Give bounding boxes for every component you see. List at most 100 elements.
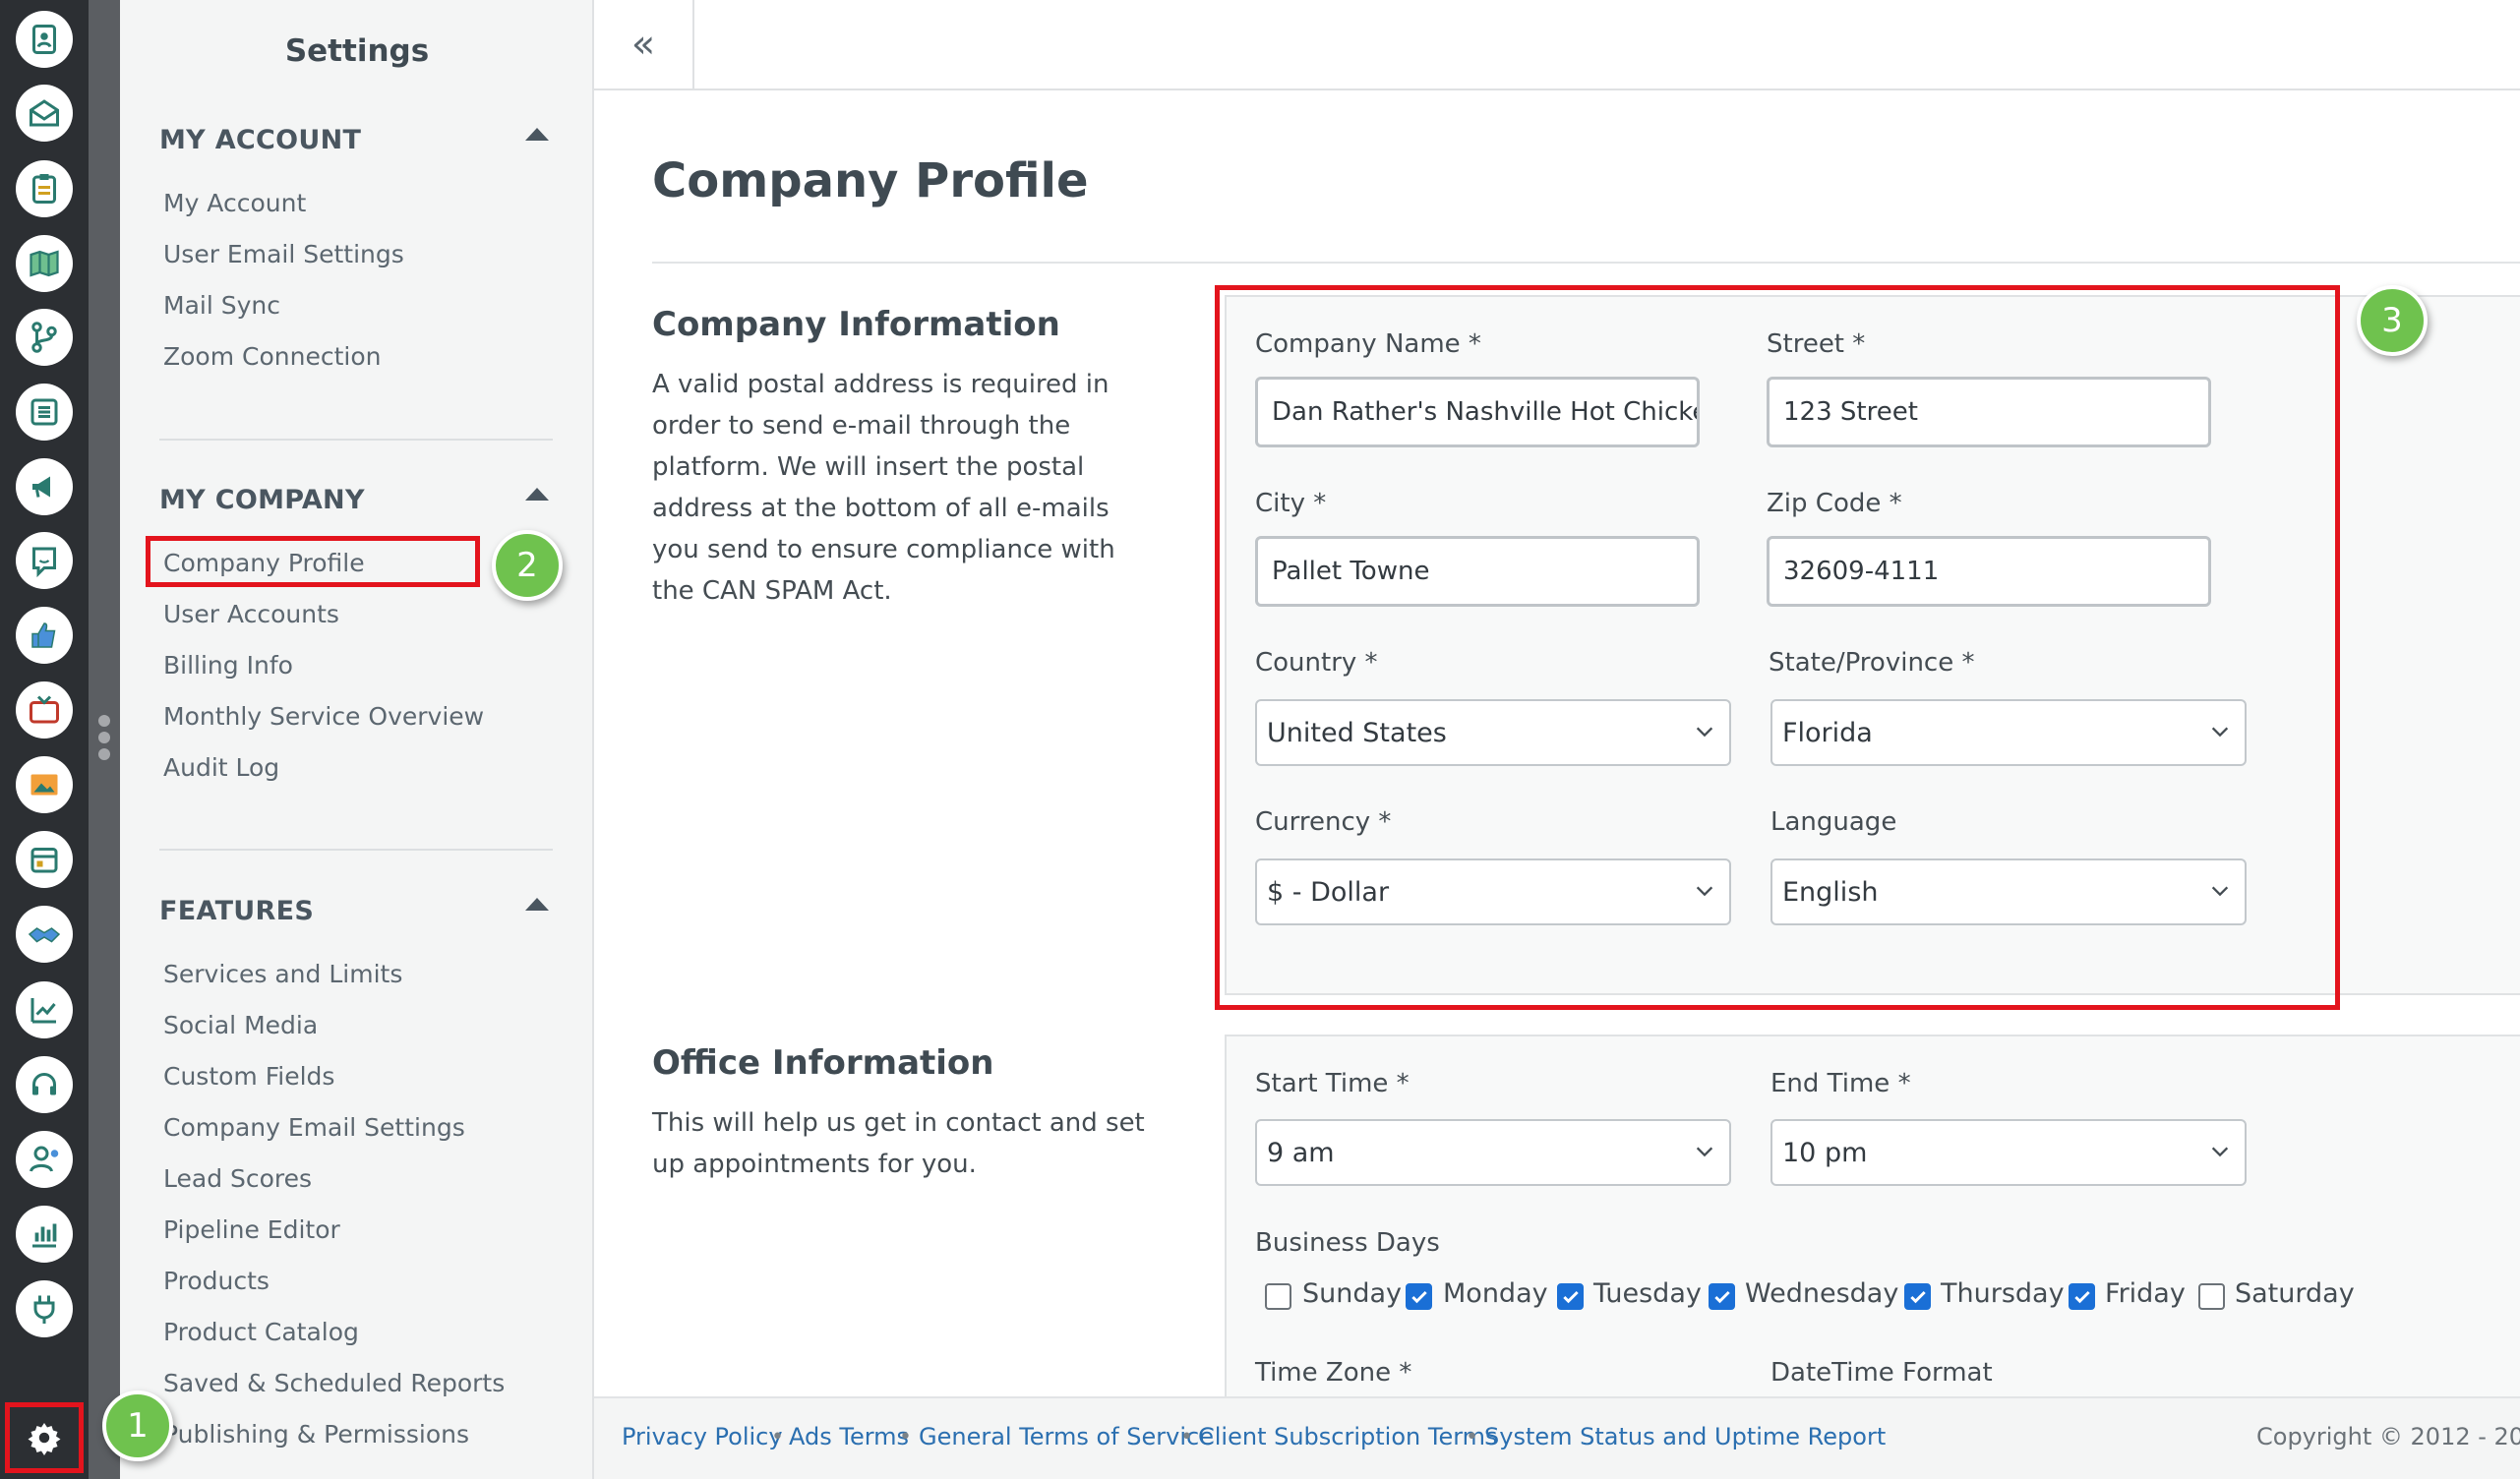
checkbox-saturday[interactable] bbox=[2198, 1283, 2225, 1310]
nav-user-accounts[interactable]: User Accounts bbox=[163, 600, 339, 628]
checkbox-thursday[interactable] bbox=[1904, 1283, 1931, 1310]
nav-monthly-service-overview[interactable]: Monthly Service Overview bbox=[163, 702, 484, 731]
start-time-value: 9 am bbox=[1267, 1137, 1335, 1168]
chat-icon[interactable] bbox=[16, 532, 73, 589]
nav-saved-scheduled-reports[interactable]: Saved & Scheduled Reports bbox=[163, 1369, 505, 1397]
nav-company-email-settings[interactable]: Company Email Settings bbox=[163, 1113, 465, 1142]
divider bbox=[652, 262, 2520, 264]
checkbox-wednesday[interactable] bbox=[1709, 1283, 1735, 1310]
double-chevron-left-icon: « bbox=[630, 22, 656, 67]
section-my-account[interactable]: MY ACCOUNT bbox=[159, 125, 361, 155]
nav-product-catalog[interactable]: Product Catalog bbox=[163, 1318, 359, 1346]
step-callout-2: 2 bbox=[492, 530, 563, 601]
nav-user-email-settings[interactable]: User Email Settings bbox=[163, 240, 404, 268]
datetime-format-label: DateTime Format bbox=[1770, 1358, 1993, 1388]
nav-audit-log[interactable]: Audit Log bbox=[163, 753, 279, 782]
nav-zoom-connection[interactable]: Zoom Connection bbox=[163, 342, 381, 371]
day-label-wednesday: Wednesday bbox=[1745, 1278, 1899, 1309]
resize-grip-dot bbox=[98, 748, 110, 760]
page-title: Company Profile bbox=[652, 153, 1089, 208]
integrations-icon[interactable] bbox=[16, 1280, 73, 1337]
nav-services-and-limits[interactable]: Services and Limits bbox=[163, 960, 402, 988]
day-label-sunday: Sunday bbox=[1302, 1278, 1403, 1309]
checkbox-sunday[interactable] bbox=[1265, 1283, 1291, 1310]
settings-gear-button[interactable] bbox=[5, 1402, 84, 1473]
nav-pipeline-editor[interactable]: Pipeline Editor bbox=[163, 1215, 340, 1244]
chevron-down-icon bbox=[2211, 1147, 2229, 1157]
collapse-caret-icon[interactable] bbox=[525, 488, 549, 501]
day-label-tuesday: Tuesday bbox=[1593, 1278, 1702, 1309]
checkmark-icon bbox=[1713, 1290, 1730, 1303]
copyright-text: Copyright © 2012 - 2023 bbox=[2256, 1423, 2520, 1450]
footer-link-privacy-policy[interactable]: Privacy Policy bbox=[622, 1423, 783, 1450]
image-icon[interactable] bbox=[16, 756, 73, 813]
chevron-down-icon bbox=[1696, 1147, 1713, 1157]
section-my-company[interactable]: MY COMPANY bbox=[159, 485, 365, 515]
highlight-box-company-profile bbox=[146, 536, 480, 587]
highlight-box-company-info bbox=[1215, 285, 2340, 1010]
checkmark-icon bbox=[1909, 1290, 1926, 1303]
divider bbox=[159, 439, 553, 441]
collapse-caret-icon[interactable] bbox=[525, 128, 549, 141]
checkmark-icon bbox=[1562, 1290, 1579, 1303]
checkbox-monday[interactable] bbox=[1406, 1283, 1432, 1310]
contacts-icon[interactable] bbox=[16, 11, 73, 68]
deals-icon[interactable] bbox=[16, 906, 73, 963]
settings-title: Settings bbox=[284, 33, 430, 69]
checkbox-friday[interactable] bbox=[2069, 1283, 2095, 1310]
resize-grip-dot bbox=[98, 715, 110, 727]
business-days-label: Business Days bbox=[1255, 1228, 1440, 1258]
collapse-caret-icon[interactable] bbox=[525, 898, 549, 911]
nav-mail-sync[interactable]: Mail Sync bbox=[163, 291, 280, 320]
app-icon-rail bbox=[0, 0, 89, 1479]
footer-separator: • bbox=[771, 1425, 784, 1449]
section-features[interactable]: FEATURES bbox=[159, 896, 314, 926]
office-info-title: Office Information bbox=[652, 1043, 994, 1083]
reports-icon[interactable] bbox=[16, 1206, 73, 1263]
email-icon[interactable] bbox=[16, 85, 73, 142]
nav-billing-info[interactable]: Billing Info bbox=[163, 651, 293, 680]
list-icon[interactable] bbox=[16, 384, 73, 441]
calendar-icon[interactable] bbox=[16, 831, 73, 888]
time-zone-label: Time Zone * bbox=[1255, 1358, 1412, 1388]
collapse-sidebar-button[interactable]: « bbox=[594, 0, 694, 89]
users-icon[interactable] bbox=[16, 1131, 73, 1188]
nav-publishing-permissions[interactable]: Publishing & Permissions bbox=[163, 1420, 469, 1449]
day-label-monday: Monday bbox=[1443, 1278, 1548, 1309]
day-label-thursday: Thursday bbox=[1941, 1278, 2065, 1309]
footer-link-general-terms[interactable]: General Terms of Service bbox=[919, 1423, 1214, 1450]
nav-social-media[interactable]: Social Media bbox=[163, 1011, 318, 1039]
tasks-icon[interactable] bbox=[16, 160, 73, 217]
analytics-icon[interactable] bbox=[16, 981, 73, 1038]
footer-separator: • bbox=[1180, 1425, 1193, 1449]
footer-link-system-status[interactable]: System Status and Uptime Report bbox=[1484, 1423, 1886, 1450]
start-time-select[interactable]: 9 am bbox=[1255, 1119, 1731, 1186]
office-info-description: This will help us get in contact and set… bbox=[652, 1108, 1145, 1179]
media-icon[interactable] bbox=[16, 681, 73, 739]
footer-link-client-subscription-terms[interactable]: Client Subscription Terms bbox=[1198, 1423, 1498, 1450]
likes-icon[interactable] bbox=[16, 607, 73, 664]
checkmark-icon bbox=[2073, 1290, 2090, 1303]
top-bar: « bbox=[594, 0, 2520, 90]
map-icon[interactable] bbox=[16, 235, 73, 292]
checkbox-tuesday[interactable] bbox=[1557, 1283, 1584, 1310]
nav-products[interactable]: Products bbox=[163, 1267, 270, 1295]
resize-grip-dot bbox=[98, 732, 110, 743]
footer-separator: • bbox=[1466, 1425, 1478, 1449]
start-time-label: Start Time * bbox=[1255, 1069, 1410, 1098]
company-info-title: Company Information bbox=[652, 305, 1060, 344]
step-callout-1: 1 bbox=[102, 1390, 173, 1461]
pipeline-icon[interactable] bbox=[16, 309, 73, 366]
footer-link-ads-terms[interactable]: Ads Terms bbox=[789, 1423, 909, 1450]
divider bbox=[159, 849, 553, 851]
settings-panel: Settings MY ACCOUNT My Account User Emai… bbox=[120, 0, 594, 1479]
nav-lead-scores[interactable]: Lead Scores bbox=[163, 1164, 312, 1193]
nav-custom-fields[interactable]: Custom Fields bbox=[163, 1062, 334, 1091]
campaign-icon[interactable] bbox=[16, 458, 73, 515]
end-time-select[interactable]: 10 pm bbox=[1770, 1119, 2247, 1186]
day-label-saturday: Saturday bbox=[2235, 1278, 2355, 1309]
gear-icon bbox=[28, 1423, 61, 1455]
step-callout-3: 3 bbox=[2357, 285, 2428, 356]
nav-my-account[interactable]: My Account bbox=[163, 189, 306, 217]
support-icon[interactable] bbox=[16, 1056, 73, 1113]
